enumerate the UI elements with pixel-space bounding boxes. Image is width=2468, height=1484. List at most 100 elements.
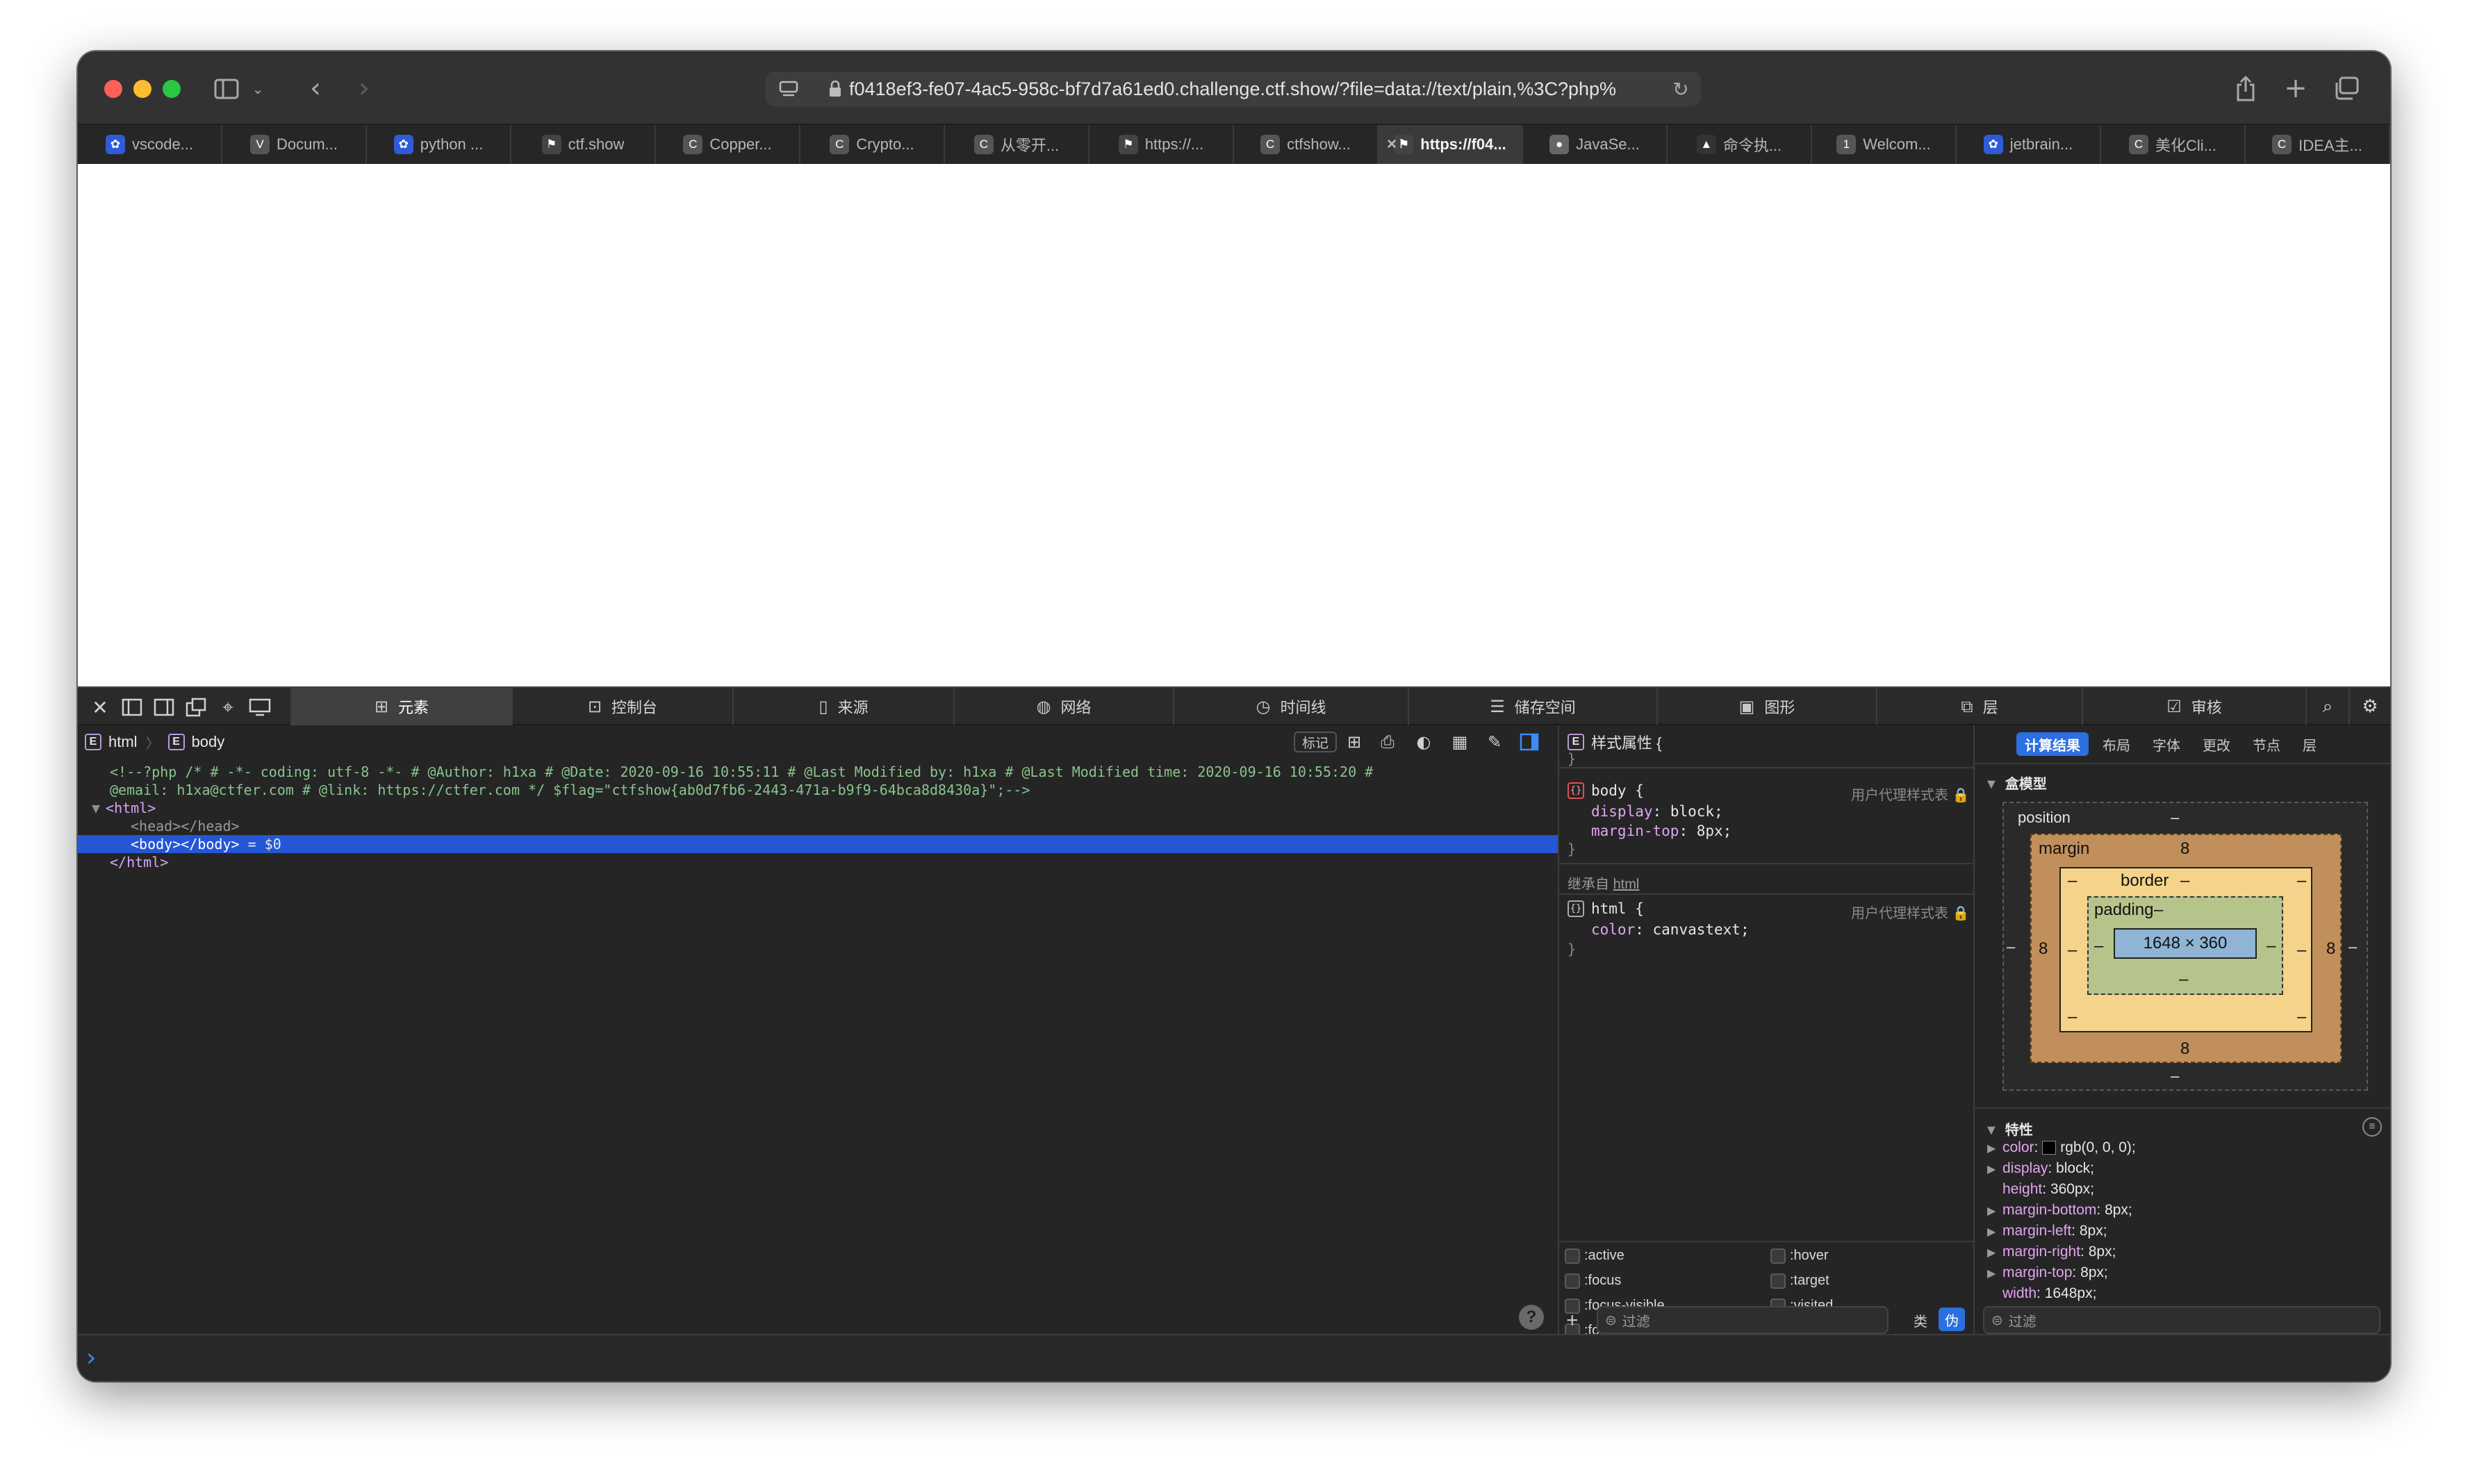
checkbox[interactable] [1565,1248,1580,1264]
box-model-header[interactable]: ▼ 盒模型 [1984,773,2047,793]
computed-property-row[interactable]: ▶ margin-top: 8px; [1987,1264,2108,1281]
console-prompt-bar[interactable]: › [78,1334,2390,1381]
browser-tab[interactable]: C 从零开... [945,125,1089,164]
browser-tab[interactable]: × ⚑ https://f04... [1379,125,1523,164]
tab-storage[interactable]: ☰ 储存空间 [1408,688,1656,725]
browser-tab[interactable]: ⚑ ctf.show [511,125,656,164]
php-comment-line-2[interactable]: @email: h1xa@ctfer.com # @link: https://… [110,781,1030,799]
html-rule-selector[interactable]: {} html { [1568,900,1644,917]
paint-brush-icon[interactable]: ✎ [1483,731,1506,753]
disclosure-triangle-icon[interactable]: ▶ [1987,1246,2002,1260]
browser-tab[interactable]: C Copper... [656,125,800,164]
computed-tab[interactable]: 计算结果 [2016,732,2089,756]
style-prop-color[interactable]: color: canvastext; [1591,921,1750,938]
browser-tab[interactable]: ▲ 命令执... [1668,125,1812,164]
browser-tab[interactable]: ● JavaSe... [1523,125,1668,164]
browser-tab[interactable]: C Crypto... [800,125,945,164]
forward-arrow-icon[interactable]: › [350,72,378,104]
close-tab-icon[interactable]: × [1387,135,1397,154]
computed-property-row[interactable]: ▶ margin-right: 8px; [1987,1244,2116,1260]
checkbox[interactable] [1770,1248,1786,1264]
grid-overlay-icon[interactable]: ⊞ [1342,731,1366,753]
tab-audit[interactable]: ☑ 审核 [2082,688,2305,725]
browser-tab[interactable]: C IDEA主... [2246,125,2390,164]
sidebar-toggle-icon[interactable] [213,75,240,103]
computed-property-row[interactable]: ▶ margin-left: 8px; [1987,1223,2107,1239]
close-devtools-icon[interactable]: ✕ [88,695,113,720]
html-open-tag[interactable]: ▼ <html> [92,799,156,817]
minimize-window-button[interactable] [133,80,151,98]
settings-button[interactable]: ⚙ [2348,688,2390,725]
browser-tab[interactable]: ✿ jetbrain... [1957,125,2101,164]
browser-tab[interactable]: ✿ vscode... [78,125,222,164]
box-model-content-size[interactable]: 1648 × 360 [2114,928,2257,959]
pseudo-class-checkbox[interactable]: :target [1770,1273,1829,1289]
properties-header[interactable]: ▼ 特性 [1984,1119,2033,1139]
tab-console[interactable]: ⊡ 控制台 [511,688,732,725]
disclosure-triangle-icon[interactable]: ▶ [1987,1141,2002,1155]
body-rule-selector[interactable]: {} body { [1568,782,1644,799]
pseudo-class-checkbox[interactable]: :focus [1565,1273,1621,1289]
style-attribute-section[interactable]: E 样式属性 { [1568,731,1661,753]
browser-tab[interactable]: 1 Welcom... [1812,125,1957,164]
body-node-selected[interactable]: <body></body> = $0 [78,835,1558,853]
html-close-tag[interactable]: </html> [110,853,168,871]
add-rule-icon[interactable]: + [1566,1309,1579,1333]
device-icon[interactable] [247,695,272,720]
breadcrumb-html[interactable]: html [108,733,138,751]
computed-tab[interactable]: 布局 [2094,732,2139,756]
help-icon[interactable]: ? [1519,1305,1544,1330]
tab-graphics[interactable]: ▣ 图形 [1656,688,1876,725]
tab-overview-icon[interactable] [2332,74,2361,103]
box-model-margin[interactable]: margin 8 8 8 8 – border – – – – – – padd… [2030,834,2342,1063]
layout-grid-icon[interactable]: ▦ [1448,731,1472,753]
box-model-border[interactable]: – border – – – – – – padding – – – – 164… [2059,867,2312,1032]
zoom-window-button[interactable] [163,80,181,98]
share-icon[interactable] [2232,72,2260,104]
box-model-padding[interactable]: padding – – – – 1648 × 360 [2087,896,2283,995]
computed-property-row[interactable]: height: 360px; [1987,1181,2094,1198]
address-bar[interactable]: f0418ef3-fe07-4ac5-958c-bf7d7a61ed0.chal… [766,72,1701,106]
browser-tab[interactable]: Cctfshow... [1234,125,1379,164]
disclosure-triangle-icon[interactable]: ▶ [1987,1267,2002,1280]
list-options-icon[interactable]: ≡ [2362,1117,2382,1137]
new-tab-icon[interactable]: + [2282,72,2310,104]
tab-layers[interactable]: ⧉ 层 [1876,688,2082,725]
pseudo-class-checkbox[interactable]: :active [1565,1248,1624,1264]
tab-timeline[interactable]: ◷ 时间线 [1173,688,1408,725]
details-sidebar-icon[interactable] [1517,731,1541,753]
pseudo-toggle-button[interactable]: 伪 [1939,1308,1965,1331]
page-menu-icon[interactable] [777,78,800,100]
tab-network[interactable]: ◍ 网络 [953,688,1173,725]
class-toggle-button[interactable]: 类 [1914,1310,1927,1330]
computed-tab[interactable]: 节点 [2244,732,2289,756]
inherit-link[interactable]: html [1613,877,1640,892]
checkbox[interactable] [1770,1273,1786,1289]
computed-property-row[interactable]: ▶ color: rgb(0, 0, 0); [1987,1139,2136,1156]
dock-bottom-icon[interactable] [151,695,176,720]
style-prop-margin-top[interactable]: margin-top: 8px; [1591,823,1731,839]
php-comment-line-1[interactable]: <!--?php /* # -*- coding: utf-8 -*- # @A… [110,763,1373,781]
computed-tab[interactable]: 更改 [2194,732,2239,756]
appearance-icon[interactable]: ◐ [1412,731,1435,753]
mark-button[interactable]: 标记 [1294,732,1338,752]
browser-tab[interactable]: ✿ python ... [367,125,511,164]
computed-property-row[interactable]: ▶ display: block; [1987,1160,2094,1177]
tab-sources[interactable]: ▯ 来源 [732,688,953,725]
styles-filter-input[interactable]: ⊜ 过滤 [1597,1306,1889,1334]
print-icon[interactable]: ⎙ [1376,731,1399,753]
computed-property-row[interactable]: ▶ margin-bottom: 8px; [1987,1202,2132,1219]
disclosure-triangle-icon[interactable]: ▶ [1987,1162,2002,1176]
style-prop-display[interactable]: display: block; [1591,803,1723,820]
back-arrow-icon[interactable]: ‹ [302,72,329,104]
disclosure-triangle-icon[interactable]: ▶ [1987,1204,2002,1218]
head-node[interactable]: <head></head> [131,817,240,835]
dock-left-icon[interactable] [120,695,145,720]
browser-tab[interactable]: ⚑ https://... [1089,125,1234,164]
search-button[interactable]: ⌕ [2305,688,2348,725]
breadcrumb-body[interactable]: body [192,733,225,751]
browser-tab[interactable]: V Docum... [222,125,367,164]
select-element-icon[interactable]: ⌖ [215,695,240,720]
chevron-down-icon[interactable]: ⌄ [249,76,267,101]
disclosure-triangle-icon[interactable]: ▶ [1987,1225,2002,1239]
